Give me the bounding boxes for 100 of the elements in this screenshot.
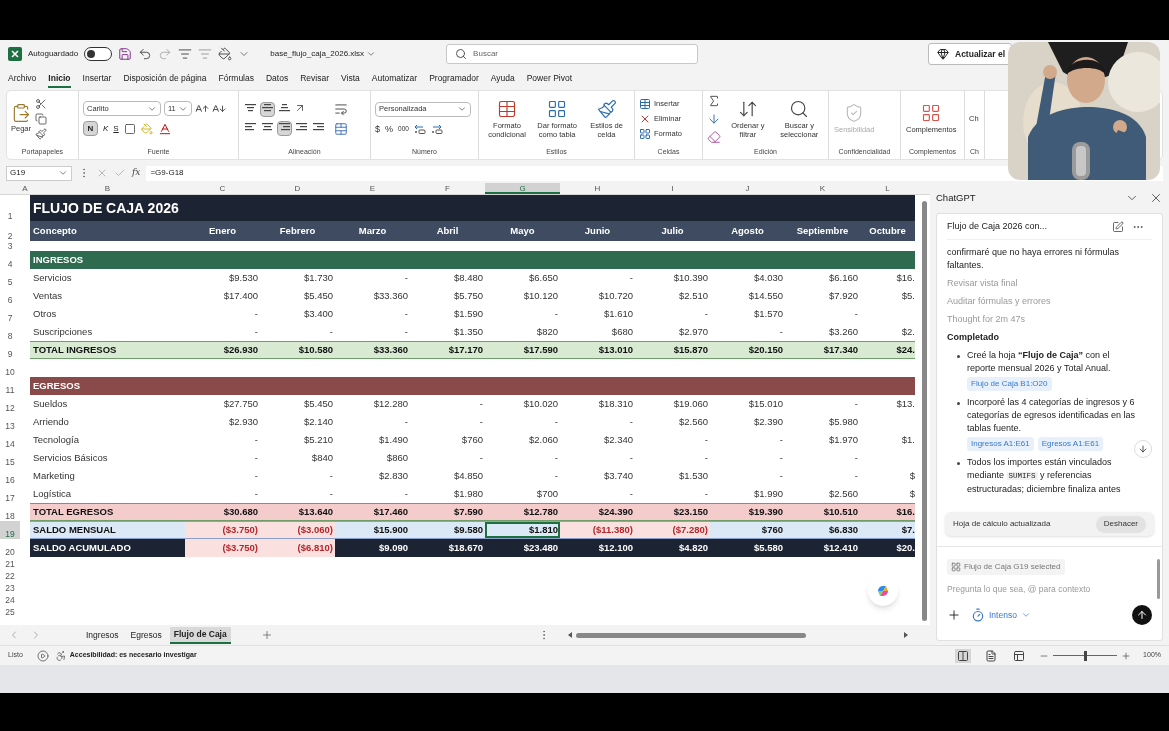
column-header[interactable]: C <box>185 183 260 194</box>
menu-tab[interactable]: Datos <box>266 70 289 88</box>
zoom-slider-thumb[interactable] <box>1083 650 1087 661</box>
row-number[interactable]: 17 <box>0 485 20 503</box>
row-number[interactable]: 15 <box>0 449 20 467</box>
mode-selector[interactable]: Intenso <box>971 608 1031 622</box>
column-header[interactable]: L <box>860 183 915 194</box>
percent-button[interactable]: % <box>385 122 394 136</box>
row-number[interactable]: 22 <box>0 569 20 581</box>
column-header[interactable]: B <box>30 183 185 194</box>
menu-tab[interactable]: Disposición de página <box>123 70 207 88</box>
filter-icon[interactable] <box>178 47 193 61</box>
row-number[interactable]: 10 <box>0 359 20 377</box>
decrease-decimal-icon[interactable] <box>430 124 443 135</box>
fill-color-icon[interactable] <box>140 122 153 135</box>
column-header[interactable]: K <box>785 183 860 194</box>
close-icon[interactable] <box>1149 191 1163 205</box>
insert-function-button[interactable]: fx <box>132 166 141 180</box>
row-number[interactable]: 5 <box>0 269 20 287</box>
panel-scrollbar[interactable] <box>1157 559 1160 599</box>
align-middle-icon[interactable] <box>260 101 275 117</box>
row-number[interactable]: 2 <box>0 221 20 241</box>
name-box[interactable]: G19 <box>6 165 72 181</box>
menu-tab[interactable]: Inicio <box>48 70 71 88</box>
autosave-toggle[interactable] <box>84 47 113 61</box>
row-number[interactable]: 13 <box>0 413 20 431</box>
vertical-scrollbar[interactable] <box>922 201 927 621</box>
row-number[interactable]: 6 <box>0 287 20 305</box>
column-header[interactable]: H <box>560 183 635 194</box>
row-number[interactable]: 4 <box>0 251 20 269</box>
column-header[interactable]: G <box>485 183 560 194</box>
range-chip[interactable]: Egresos A1:E61 <box>1037 437 1104 451</box>
underline-button[interactable]: S <box>113 122 119 135</box>
undo-button[interactable]: Deshacer <box>1095 515 1146 533</box>
undo-icon[interactable] <box>138 47 153 61</box>
autosum-icon[interactable] <box>707 93 721 108</box>
column-header[interactable]: F <box>410 183 485 194</box>
row-number[interactable]: 18 <box>0 503 20 521</box>
edit-icon[interactable] <box>1112 220 1124 233</box>
column-header[interactable]: J <box>710 183 785 194</box>
horizontal-scrollbar[interactable] <box>567 631 908 639</box>
row-number[interactable]: 19 <box>0 521 20 539</box>
cut-icon[interactable] <box>35 97 47 110</box>
menu-tab[interactable]: Insertar <box>82 70 112 88</box>
borders-icon[interactable] <box>123 122 136 135</box>
row-number[interactable]: 12 <box>0 395 20 413</box>
send-button[interactable] <box>1132 605 1152 625</box>
column-header[interactable]: D <box>260 183 335 194</box>
menu-tab[interactable]: Automatizar <box>371 70 418 88</box>
row-number[interactable]: 14 <box>0 431 20 449</box>
add-icon[interactable] <box>947 608 961 622</box>
column-header[interactable]: A <box>20 183 30 194</box>
row-number[interactable]: 16 <box>0 467 20 485</box>
range-chip[interactable]: Flujo de Caja B1:O20 <box>967 377 1052 391</box>
merge-cells-icon[interactable] <box>334 121 348 136</box>
row-number[interactable]: 24 <box>0 593 20 605</box>
wrap-text-icon[interactable] <box>334 101 348 116</box>
row-number[interactable]: 11 <box>0 377 20 395</box>
row-number[interactable]: 3 <box>0 241 20 251</box>
fill-color-icon[interactable] <box>218 47 233 61</box>
menu-tab[interactable]: Power Pivot <box>526 70 573 88</box>
copy-icon[interactable] <box>35 112 47 125</box>
sheet-tab[interactable]: Ingresos <box>82 626 123 644</box>
save-icon[interactable] <box>118 47 133 61</box>
row-number[interactable]: 21 <box>0 557 20 569</box>
file-name[interactable]: base_flujo_caja_2026.xlsx <box>270 48 377 60</box>
row-number[interactable]: 1 <box>0 195 20 221</box>
update-button[interactable]: Actualizar el <box>928 43 1013 65</box>
menu-tab[interactable]: Vista <box>341 70 360 88</box>
align-right-icon[interactable] <box>277 120 292 136</box>
copilot-button[interactable] <box>868 576 898 606</box>
search-field[interactable]: Buscar <box>446 44 699 64</box>
normal-view-button[interactable] <box>955 648 972 663</box>
menu-tab[interactable]: Revisar <box>300 70 329 88</box>
sheet-tab[interactable]: Egresos <box>126 626 166 644</box>
currency-button[interactable]: $ <box>375 122 380 136</box>
menu-tab[interactable]: Ayuda <box>490 70 515 88</box>
eraser-icon[interactable] <box>707 129 721 144</box>
font-color-icon[interactable] <box>157 121 172 136</box>
sheet-tab[interactable]: Flujo de Caja <box>169 626 231 644</box>
zoom-in-icon[interactable] <box>1121 650 1132 661</box>
row-number[interactable]: 8 <box>0 323 20 341</box>
range-chip[interactable]: Ingresos A1:E61 <box>967 437 1034 451</box>
accessibility-icon[interactable] <box>54 649 67 662</box>
row-number[interactable]: 20 <box>0 539 20 557</box>
menu-tab[interactable]: Fórmulas <box>218 70 254 88</box>
menu-tab[interactable]: Programador <box>429 70 479 88</box>
column-header[interactable]: I <box>635 183 710 194</box>
row-number[interactable]: 9 <box>0 341 20 359</box>
fill-down-icon[interactable] <box>707 111 721 126</box>
context-chip[interactable]: Flujo de Caja G19 selected <box>947 559 1065 575</box>
macro-icon[interactable] <box>36 649 49 662</box>
increase-decimal-icon[interactable] <box>413 124 426 135</box>
column-header[interactable]: E <box>335 183 410 194</box>
row-number[interactable]: 25 <box>0 605 20 617</box>
format-painter-icon[interactable] <box>35 127 47 140</box>
row-number[interactable]: 7 <box>0 305 20 323</box>
bold-button[interactable]: N <box>83 121 98 137</box>
italic-button[interactable]: K <box>103 122 109 135</box>
menu-tab[interactable]: Archivo <box>8 70 37 88</box>
